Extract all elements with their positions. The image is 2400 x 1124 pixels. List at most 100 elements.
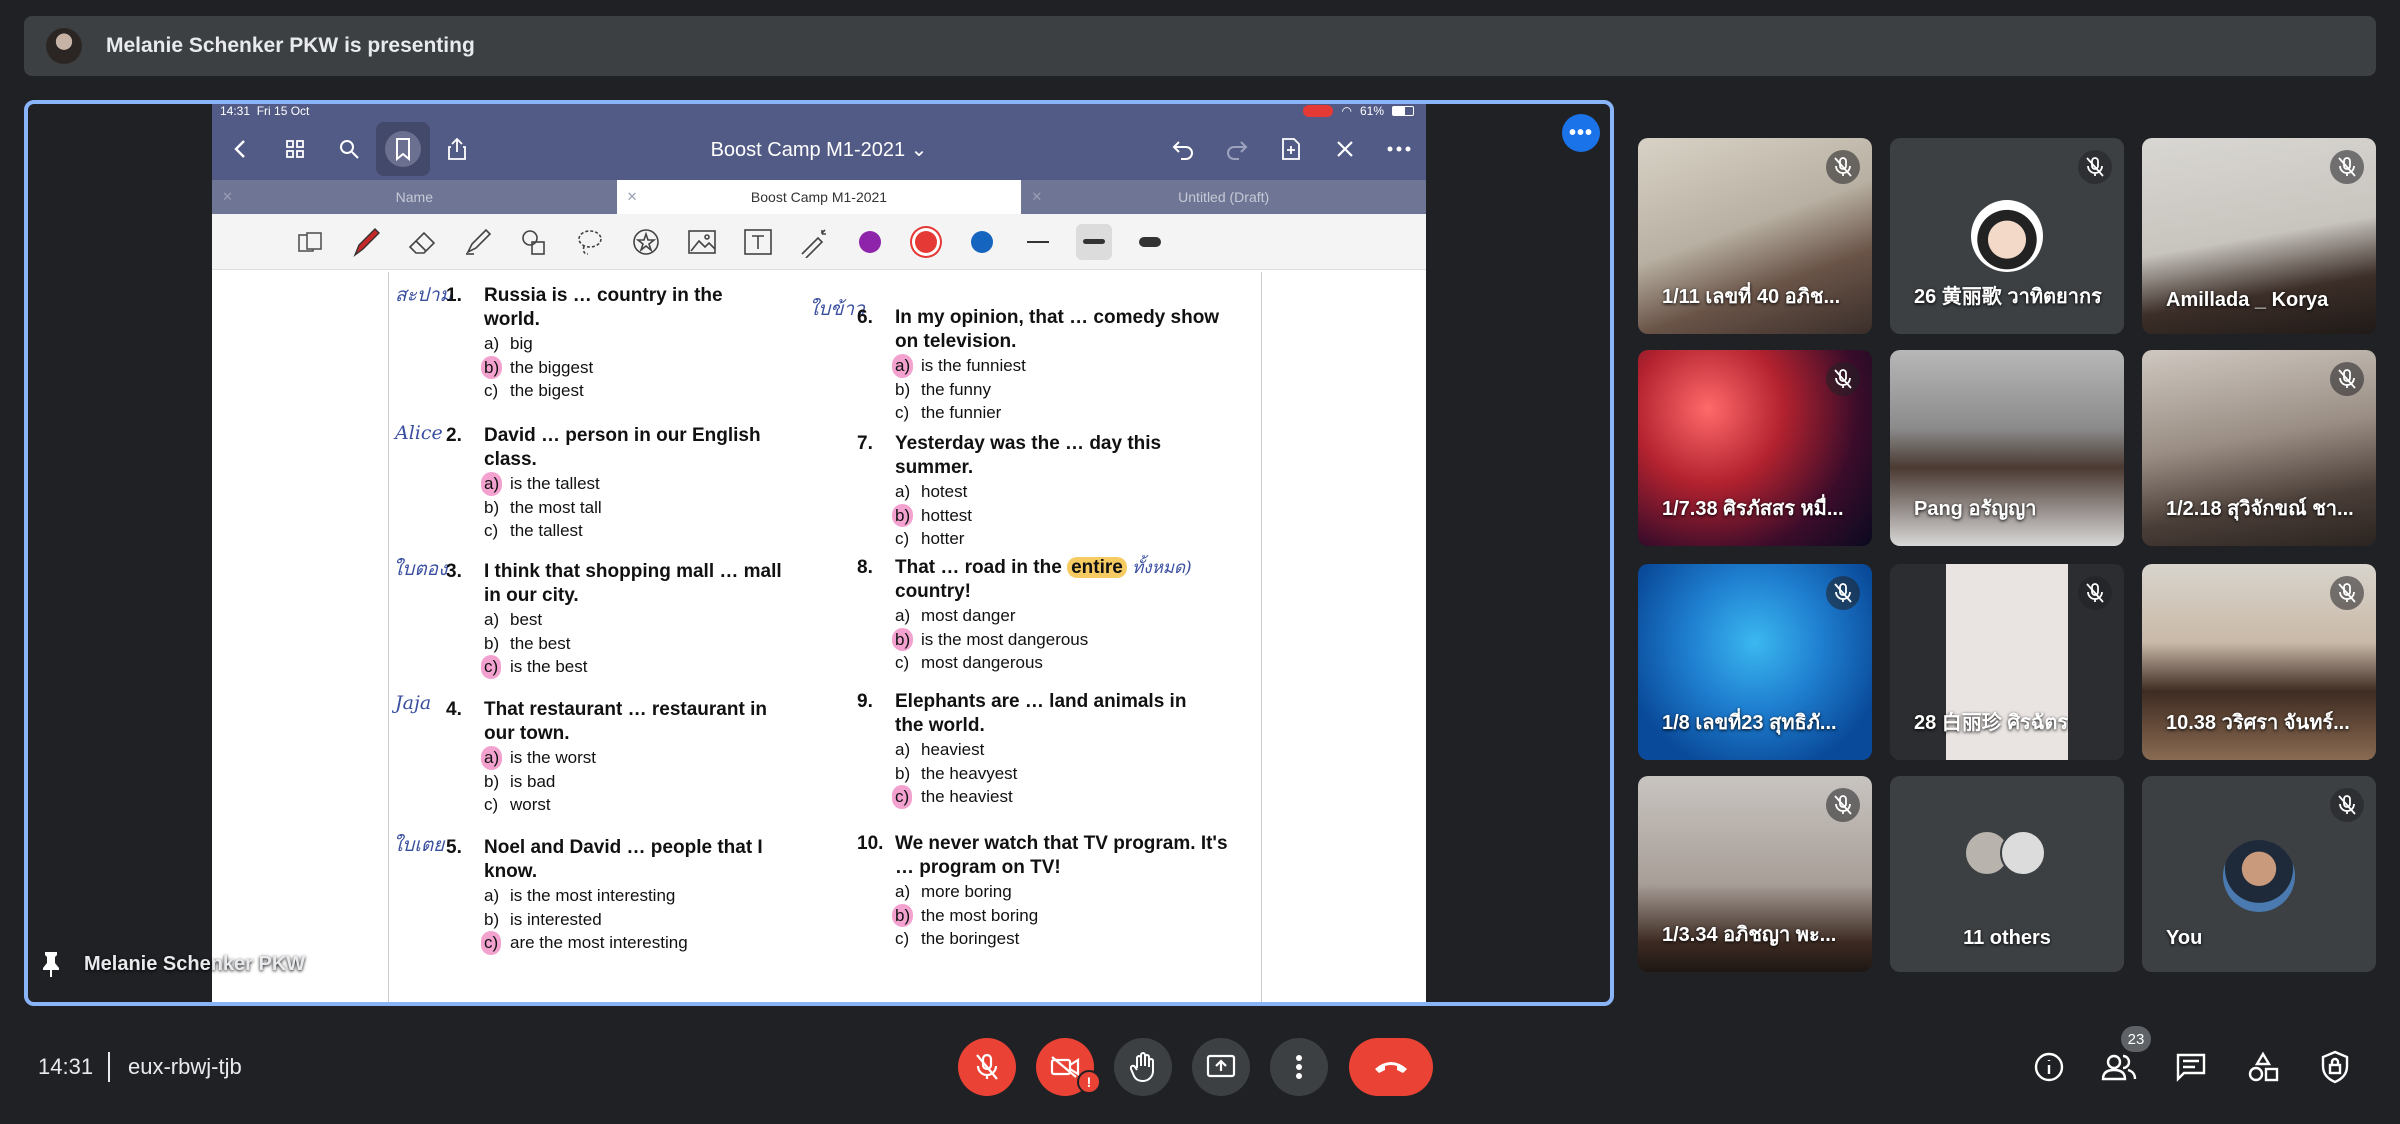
- question-4: 4. That restaurant … restaurant in our t…: [446, 698, 767, 817]
- pin-icon[interactable]: [40, 950, 62, 978]
- highlighter-icon[interactable]: [460, 224, 496, 260]
- option-a: a) best: [484, 610, 543, 629]
- shared-ipad-screen: 14:31 Fri 15 Oct ◠ 61% Boost Camp M1-202…: [212, 104, 1426, 1002]
- participant-tile[interactable]: 1/2.18 สุวิจักขณ์ ชา...: [2142, 350, 2376, 546]
- share-icon[interactable]: [430, 122, 484, 176]
- participant-tile[interactable]: 26 黄丽歌 วาทิตยากร: [1890, 138, 2124, 334]
- present-now-button[interactable]: [1192, 1038, 1250, 1096]
- question-number: 9.: [857, 691, 873, 712]
- shapes-icon[interactable]: [516, 224, 552, 260]
- tab-name[interactable]: ✕ Name: [212, 180, 617, 214]
- shapes-icon: [2248, 1051, 2279, 1082]
- participant-tile[interactable]: 10.38 วริศรา จันทร์...: [2142, 564, 2376, 760]
- participant-name: You: [2166, 927, 2203, 949]
- color-blue[interactable]: [964, 224, 1000, 260]
- text-tool-icon[interactable]: [740, 224, 776, 260]
- question-3: 3. I think that shopping mall … mall in …: [446, 560, 782, 679]
- participant-tile[interactable]: 1/8 เลขที่23 สุทธิภั...: [1638, 564, 1872, 760]
- undo-icon[interactable]: [1156, 122, 1210, 176]
- question-stem: in our city.: [484, 585, 579, 606]
- grid-icon[interactable]: [268, 122, 322, 176]
- back-icon[interactable]: [214, 122, 268, 176]
- host-controls-button[interactable]: [2312, 1046, 2358, 1088]
- option-a: a) is the most interesting: [484, 886, 676, 905]
- bookmark-icon[interactable]: [376, 122, 430, 176]
- question-number: 6.: [857, 307, 873, 328]
- more-options-button[interactable]: [1270, 1038, 1328, 1096]
- redo-icon[interactable]: [1210, 122, 1264, 176]
- thick-stroke-icon[interactable]: [1132, 224, 1168, 260]
- mic-off-icon: [2330, 150, 2364, 184]
- participant-tile[interactable]: 1/11 เลขที่ 40 อภิช...: [1638, 138, 1872, 334]
- pen-tool-icon[interactable]: [348, 224, 384, 260]
- sticker-icon[interactable]: [628, 224, 664, 260]
- participant-tile[interactable]: Amillada _ Korya: [2142, 138, 2376, 334]
- thin-stroke-icon[interactable]: [1020, 224, 1056, 260]
- tab-close-icon[interactable]: ✕: [222, 189, 233, 205]
- color-purple-swatch: [859, 230, 881, 253]
- participant-tile[interactable]: Pang อรัญญา: [1890, 350, 2124, 546]
- self-tile[interactable]: You: [2142, 776, 2376, 972]
- mic-toggle-button[interactable]: [958, 1038, 1016, 1096]
- activities-button[interactable]: [2240, 1046, 2286, 1088]
- participant-avatar: [2000, 830, 2046, 876]
- color-red-selected[interactable]: [908, 224, 944, 260]
- raise-hand-button[interactable]: [1114, 1038, 1172, 1096]
- option-b: b) is interested: [484, 909, 602, 929]
- question-number: 8.: [857, 557, 873, 578]
- leave-call-button[interactable]: [1349, 1038, 1433, 1096]
- participant-name: Pang อรัญญา: [1914, 498, 2037, 520]
- option-c-selected: c) is the best: [481, 655, 782, 679]
- option-a: a) hotest: [895, 482, 968, 501]
- option-c: c) the boringest: [895, 929, 1020, 948]
- question-1: 1. Russia is … country in the world. a) b…: [446, 284, 723, 403]
- participant-name: 28 白丽珍 ศิรฉัตร: [1914, 712, 2069, 734]
- add-page-icon[interactable]: [1264, 122, 1318, 176]
- battery-icon: [1392, 106, 1414, 116]
- option-b-selected: b) hottest: [892, 503, 1161, 527]
- participant-tile[interactable]: 1/7.38 ศิรภัสสร หมื่...: [1638, 350, 1872, 546]
- tab-close-icon[interactable]: ✕: [1031, 189, 1042, 205]
- question-stem: summer.: [895, 457, 974, 478]
- chat-button[interactable]: [2168, 1046, 2214, 1088]
- question-stem: know.: [484, 861, 538, 882]
- participant-tile[interactable]: 1/3.34 อภิชญา พะ...: [1638, 776, 1872, 972]
- tab-close-icon[interactable]: ✕: [627, 189, 638, 205]
- others-tile[interactable]: 11 others: [1890, 776, 2124, 972]
- option-a-selected: a) is the tallest: [481, 472, 761, 496]
- question-stem: Yesterday was the … day this: [895, 433, 1162, 454]
- lasso-icon[interactable]: [572, 224, 608, 260]
- option-b: b) the heavyest: [895, 763, 1018, 783]
- handwritten-name: สะปาม: [395, 284, 453, 306]
- eraser-icon[interactable]: [404, 224, 440, 260]
- ipad-tabs: ✕ Name ✕ Boost Camp M1-2021 ✕ Untitled (Dra…: [212, 180, 1426, 214]
- question-number: 2.: [446, 425, 462, 446]
- question-7: 7. Yesterday was the … day this summer. …: [857, 432, 1162, 551]
- option-b: b) the most tall: [484, 497, 602, 517]
- ellipsis-icon[interactable]: [1372, 122, 1426, 176]
- participant-name: 1/8 เลขที่23 สุทธิภั...: [1662, 712, 1837, 734]
- question-stem: I think that shopping mall … mall: [484, 561, 782, 582]
- more-options-icon[interactable]: •••: [1562, 114, 1600, 152]
- mic-off-icon: [976, 1053, 998, 1080]
- laser-pointer-icon[interactable]: [796, 224, 832, 260]
- medium-stroke-icon[interactable]: [1076, 223, 1112, 260]
- people-button[interactable]: [2096, 1046, 2142, 1088]
- option-c: c) most dangerous: [895, 653, 1043, 672]
- participant-name: 1/11 เลขที่ 40 อภิช...: [1662, 286, 1841, 308]
- meeting-details-button[interactable]: [2026, 1046, 2072, 1088]
- present-screen-icon: [1206, 1054, 1236, 1078]
- option-c: c) the funnier: [895, 403, 1002, 422]
- option-b: b) the funny: [895, 379, 991, 399]
- chat-icon: [2176, 1053, 2206, 1082]
- end-call-icon: [1375, 1062, 1407, 1073]
- close-icon[interactable]: [1318, 122, 1372, 176]
- tab-boost-camp[interactable]: ✕ Boost Camp M1-2021: [616, 180, 1022, 214]
- tab-untitled-draft[interactable]: ✕ Untitled (Draft): [1021, 180, 1426, 214]
- page-layout-icon[interactable]: [292, 224, 328, 260]
- mic-off-icon: [2330, 576, 2364, 610]
- participant-tile[interactable]: 28 白丽珍 ศิรฉัตร: [1890, 564, 2124, 760]
- image-icon[interactable]: [684, 224, 720, 260]
- color-purple[interactable]: [852, 224, 888, 260]
- search-icon[interactable]: [322, 122, 376, 176]
